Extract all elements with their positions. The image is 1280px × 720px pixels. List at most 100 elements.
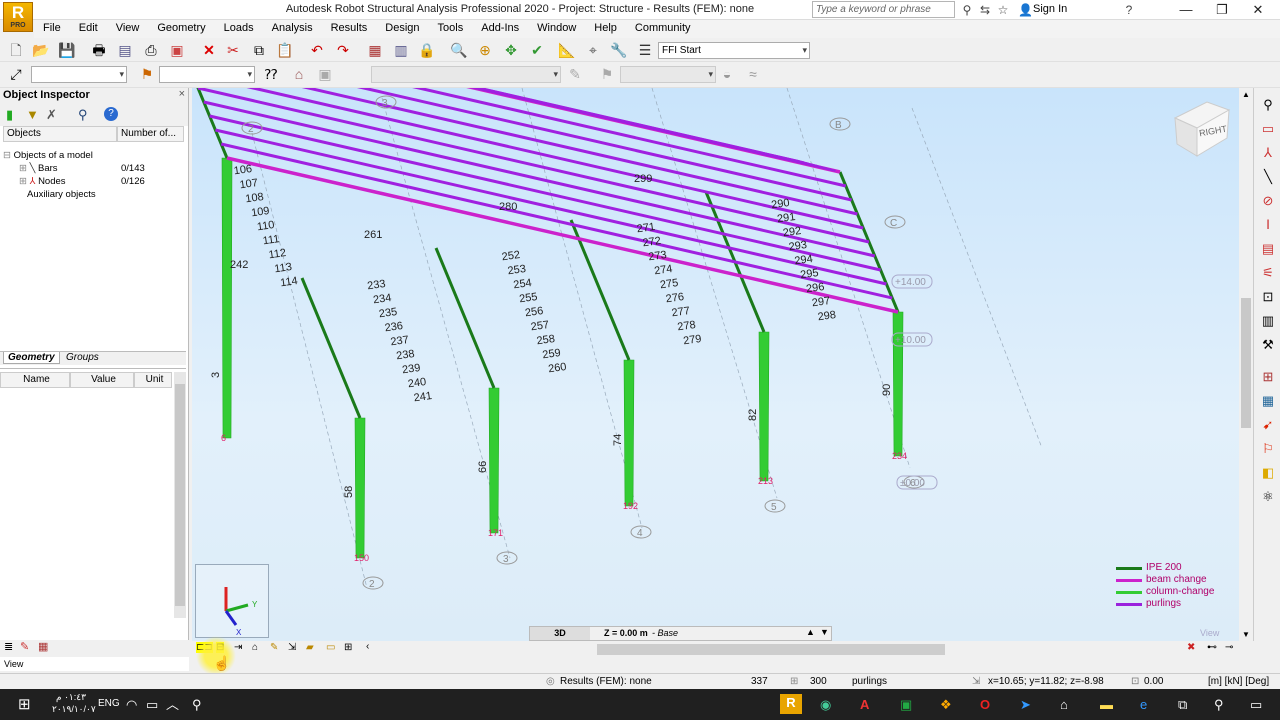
tab-groups[interactable]: Groups <box>62 352 103 363</box>
restore-button[interactable]: ❐ <box>1204 0 1240 20</box>
crane-tool-icon[interactable]: ⚒ <box>1259 336 1277 354</box>
edit-icon[interactable]: ✎ <box>20 640 29 653</box>
sketch-icon[interactable]: ❖ <box>940 696 952 713</box>
sections-tool-icon[interactable]: Ⅰ <box>1259 216 1277 234</box>
supports-tool-icon[interactable]: ⅄ <box>1259 144 1277 162</box>
battery-icon[interactable]: ▭ <box>146 696 158 713</box>
scroll-down-icon[interactable]: ▼ <box>1242 630 1250 639</box>
paste-icon[interactable]: 📋 <box>276 41 294 59</box>
zoom-window-icon[interactable]: ⊕ <box>476 41 494 59</box>
windows-start-icon[interactable]: ⊞ <box>18 696 31 713</box>
object-icon[interactable]: ▮ <box>6 107 13 123</box>
bars-tool-icon[interactable]: ▭ <box>1259 120 1277 138</box>
people-icon[interactable]: ⚲ <box>192 696 202 713</box>
snow-tool-icon[interactable]: ⚐ <box>1259 440 1277 458</box>
calculations-icon[interactable]: ✔ <box>528 41 546 59</box>
view-icon[interactable]: ⊷ <box>1207 642 1217 653</box>
selection-combo[interactable] <box>31 66 127 83</box>
display9-icon[interactable]: ⊞ <box>344 642 352 653</box>
notifications-icon[interactable]: ▭ <box>1250 696 1262 713</box>
app-logo[interactable]: R PRO <box>3 2 33 32</box>
print-preview-icon[interactable]: ▤ <box>116 41 134 59</box>
section-icon[interactable]: ⌖ <box>584 41 602 59</box>
load-case-combo[interactable] <box>159 66 255 83</box>
minimize-button[interactable]: — <box>1168 0 1204 20</box>
edge-icon[interactable]: e <box>1140 696 1147 713</box>
plane-up-icon[interactable]: ▲ <box>806 627 815 637</box>
display4-icon[interactable]: ⌂ <box>252 642 258 653</box>
horizontal-scroll-thumb[interactable] <box>597 644 945 655</box>
wind-tool-icon[interactable]: ➹ <box>1259 416 1277 434</box>
excel-icon[interactable]: ▣ <box>900 696 912 713</box>
help-icon[interactable]: ? <box>1122 3 1136 17</box>
menu-loads[interactable]: Loads <box>215 20 263 37</box>
units-status[interactable]: [m] [kN] [Deg] <box>1208 676 1269 687</box>
plane-down-icon[interactable]: ▼ <box>820 627 829 637</box>
value-column-header[interactable]: Value <box>70 372 134 388</box>
view-cube[interactable]: RIGHT <box>1169 96 1233 158</box>
tray-chevron-icon[interactable]: ︿ <box>166 696 179 713</box>
table-icon[interactable]: ▦ <box>366 41 384 59</box>
find-icon[interactable]: ⚲ <box>78 107 88 123</box>
exchange-icon[interactable]: ⇆ <box>978 3 992 17</box>
case-selection-icon[interactable]: ⁇ <box>262 65 280 83</box>
design-tool-icon[interactable]: ⚛ <box>1259 488 1277 506</box>
number-column-header[interactable]: Number of... <box>117 126 184 142</box>
nodes-tool-icon[interactable]: ⚲ <box>1259 96 1277 114</box>
zoom-icon[interactable]: 🔍 <box>450 41 468 59</box>
properties-scrollbar[interactable] <box>174 372 186 618</box>
menu-geometry[interactable]: Geometry <box>148 20 214 37</box>
panel-tool-icon[interactable]: ▥ <box>1259 312 1277 330</box>
menu-community[interactable]: Community <box>626 20 700 37</box>
menu-design[interactable]: Design <box>376 20 428 37</box>
report-icon[interactable]: ▣ <box>168 41 186 59</box>
tab-geometry[interactable]: Geometry <box>3 352 60 364</box>
wifi-icon[interactable]: ◠ <box>126 696 137 713</box>
chrome-icon[interactable]: ◉ <box>820 696 831 713</box>
print-icon[interactable]: 🖶 <box>90 41 108 59</box>
layout-selector[interactable]: FFI Start <box>658 42 810 59</box>
move-view-icon[interactable]: ✥ <box>502 41 520 59</box>
info-icon[interactable]: ? <box>104 107 118 121</box>
filter-icon[interactable]: ▼ <box>26 107 39 122</box>
menu-help[interactable]: Help <box>585 20 626 37</box>
tools-icon[interactable]: 🔧 <box>610 41 628 59</box>
menu-file[interactable]: File <box>34 20 70 37</box>
scroll-up-icon[interactable]: ▲ <box>1242 90 1250 99</box>
case-icon[interactable]: ⚑ <box>138 65 156 83</box>
clear-filter-icon[interactable]: ✗ <box>46 107 57 123</box>
list-icon[interactable]: ≣ <box>4 640 13 653</box>
scroll-thumb[interactable] <box>1241 298 1251 428</box>
releases-tool-icon[interactable]: ⊘ <box>1259 192 1277 210</box>
menu-edit[interactable]: Edit <box>70 20 107 37</box>
layouts-icon[interactable]: ☰ <box>636 41 654 59</box>
tree-item-bars[interactable]: ⊞ ╲ Bars 0/143 <box>3 162 183 175</box>
star-icon[interactable]: ☆ <box>996 3 1010 17</box>
explorer-icon[interactable]: ▬ <box>1100 696 1113 713</box>
table-icon[interactable]: ▦ <box>38 640 48 653</box>
viewport-vertical-scrollbar[interactable]: ▲ ▼ <box>1239 88 1253 641</box>
line-tool-icon[interactable]: ╲ <box>1259 168 1277 186</box>
menu-addins[interactable]: Add-Ins <box>472 20 528 37</box>
materials-tool-icon[interactable]: ▤ <box>1259 240 1277 258</box>
offsets-tool-icon[interactable]: ⚟ <box>1259 264 1277 282</box>
save-icon[interactable]: 💾 <box>58 41 76 59</box>
select-icon[interactable]: ⤢ <box>7 65 25 83</box>
undo-icon[interactable]: ↶ <box>308 41 326 59</box>
tree-item-nodes[interactable]: ⊞ ⅄ Nodes 0/126 <box>3 175 183 188</box>
tree-item-auxiliary[interactable]: Auxiliary objects <box>3 188 183 201</box>
divide-tool-icon[interactable]: ⊡ <box>1259 288 1277 306</box>
search-taskbar-icon[interactable]: ⚲ <box>1214 696 1224 713</box>
view2-icon[interactable]: ⊸ <box>1225 642 1233 653</box>
tab-3d[interactable]: 3D <box>530 627 590 640</box>
redo-icon[interactable]: ↷ <box>334 41 352 59</box>
scroll-left-icon[interactable]: ‹ <box>366 641 369 652</box>
delete-icon[interactable]: ✕ <box>200 41 218 59</box>
menu-tools[interactable]: Tools <box>429 20 473 37</box>
store-icon[interactable]: ⌂ <box>1060 696 1068 713</box>
screen-capture-icon[interactable]: ⎙ <box>142 41 160 59</box>
design-icon[interactable]: 📐 <box>558 41 576 59</box>
cut-icon[interactable]: ✂ <box>224 41 242 59</box>
inspector-close-icon[interactable]: × <box>179 88 185 100</box>
unit-column-header[interactable]: Unit <box>134 372 172 388</box>
